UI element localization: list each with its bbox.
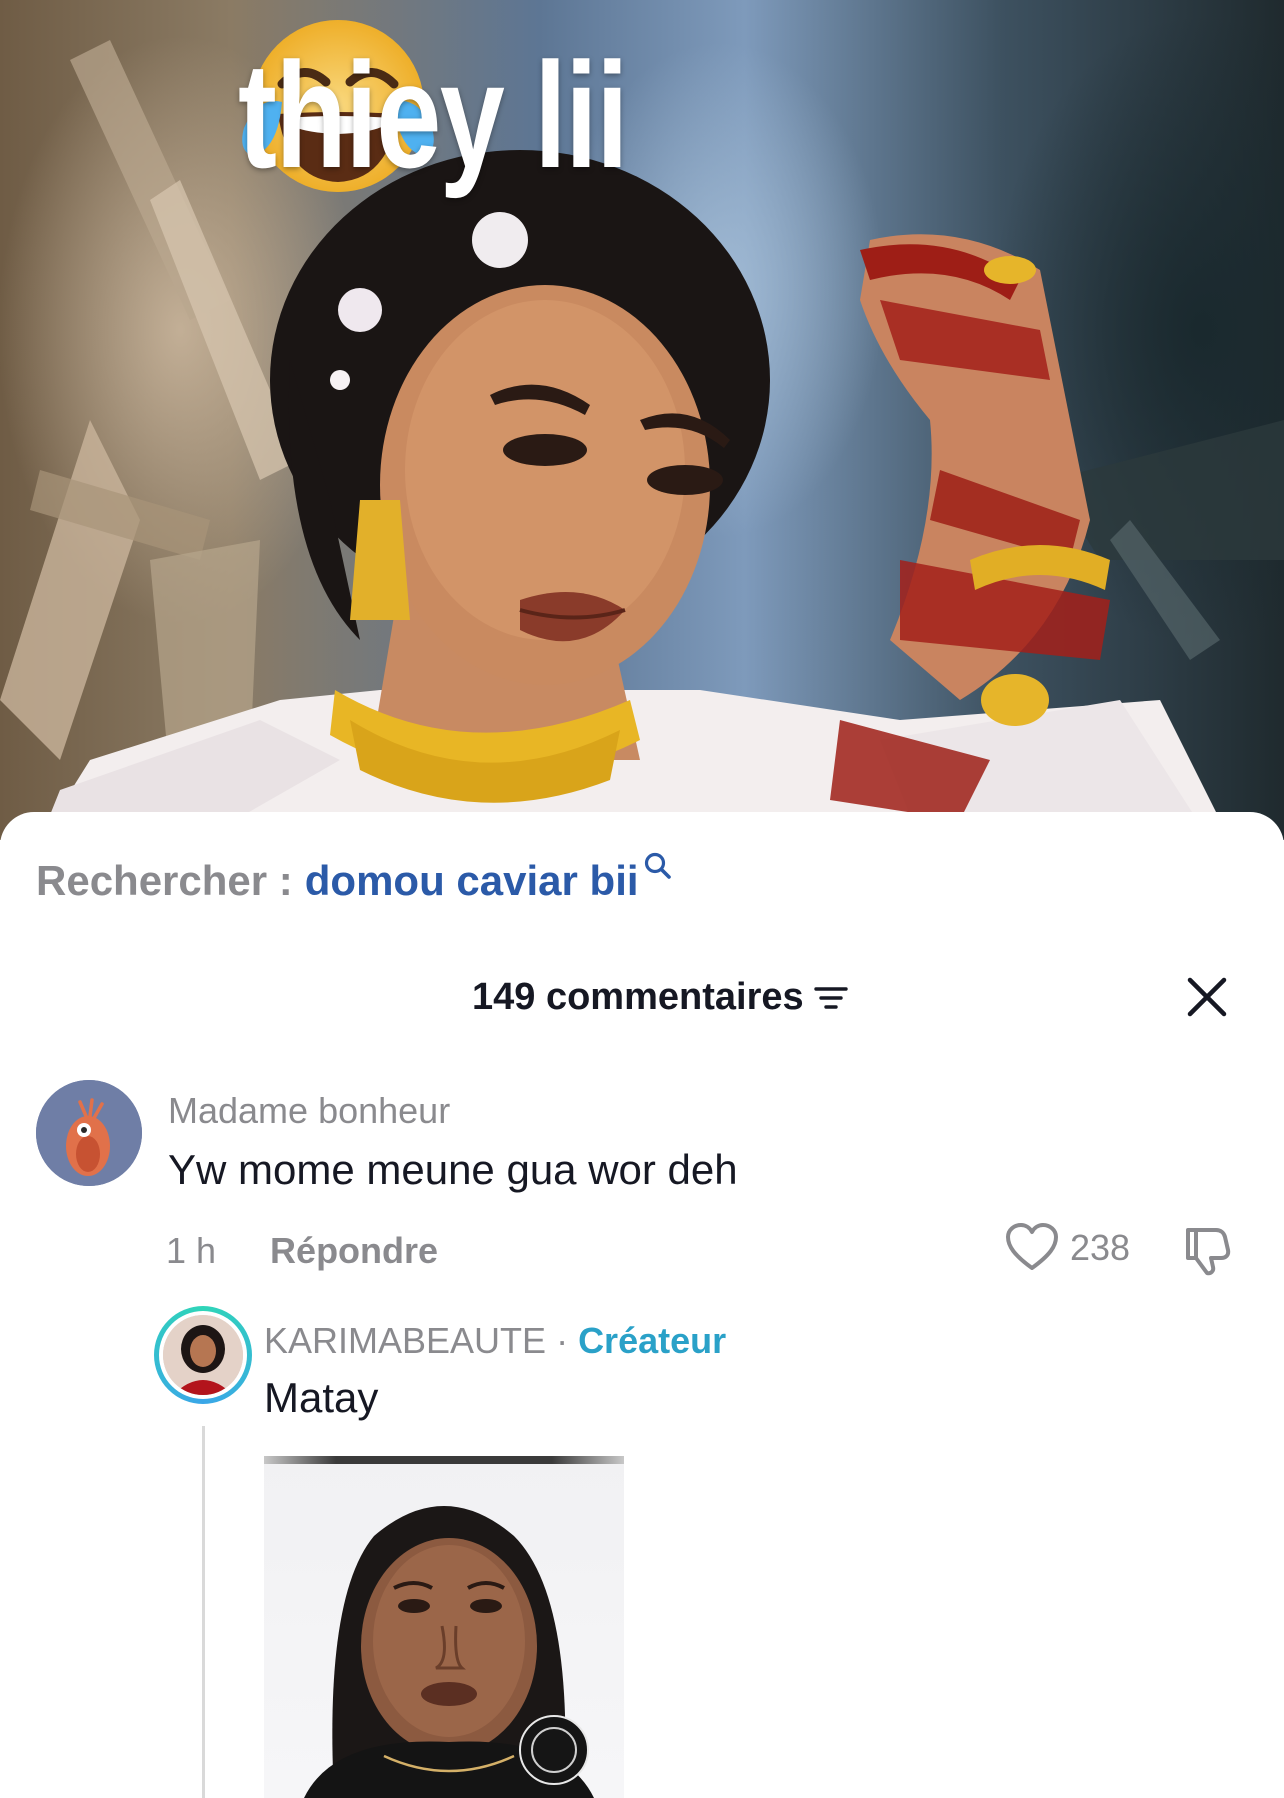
reply-attached-image[interactable] bbox=[264, 1456, 624, 1798]
reply-button[interactable]: Répondre bbox=[270, 1230, 438, 1272]
dot-separator: · bbox=[556, 1320, 569, 1361]
creator-badge: Créateur bbox=[578, 1320, 727, 1361]
dislike-icon[interactable] bbox=[1180, 1220, 1236, 1276]
video-caption-text: thiey lii bbox=[238, 31, 629, 199]
comment-text: Yw mome meune gua wor deh bbox=[168, 1146, 738, 1193]
avatar-illustration-icon bbox=[36, 1080, 142, 1186]
creator-portrait-icon bbox=[163, 1315, 243, 1395]
creator-avatar-photo bbox=[163, 1315, 243, 1395]
comments-count: 149 commentaires bbox=[472, 976, 804, 1018]
like-button[interactable]: 238 bbox=[1004, 1222, 1130, 1274]
comments-sheet: Rechercher : domou caviar bii 149 commen… bbox=[0, 812, 1284, 1798]
creator-avatar-border bbox=[159, 1311, 247, 1399]
comment-meta: 1 h Répondre bbox=[166, 1230, 438, 1272]
heart-icon bbox=[1006, 1223, 1058, 1270]
comments-count-sort[interactable]: 149 commentaires bbox=[472, 976, 848, 1019]
reply-image-photo bbox=[304, 1506, 594, 1798]
reply-user-row: KARIMABEAUTE · Créateur bbox=[264, 1320, 726, 1362]
like-count: 238 bbox=[1070, 1227, 1131, 1268]
image-top-bar bbox=[264, 1456, 624, 1464]
avatar[interactable] bbox=[36, 1080, 142, 1186]
search-prefix-label: Rechercher : bbox=[36, 857, 293, 904]
search-suggestion-link[interactable]: domou caviar bii bbox=[305, 860, 639, 902]
creator-avatar[interactable] bbox=[154, 1306, 252, 1404]
close-icon[interactable] bbox=[1180, 970, 1234, 1024]
comment-timestamp: 1 h bbox=[166, 1230, 217, 1271]
comment-username[interactable]: Madame bonheur bbox=[168, 1090, 450, 1132]
sort-filter-icon[interactable] bbox=[813, 983, 848, 1013]
search-suggestion[interactable]: Rechercher : domou caviar bii bbox=[36, 852, 673, 904]
thread-line bbox=[202, 1426, 205, 1798]
reply-text: Matay bbox=[264, 1374, 379, 1421]
reply-username[interactable]: KARIMABEAUTE bbox=[264, 1320, 546, 1362]
search-icon bbox=[644, 852, 671, 879]
video-frame[interactable]: thiey lii bbox=[0, 0, 1284, 840]
comments-header: 149 commentaires bbox=[0, 976, 1284, 1036]
video-caption-overlay: thiey lii bbox=[238, 10, 737, 220]
